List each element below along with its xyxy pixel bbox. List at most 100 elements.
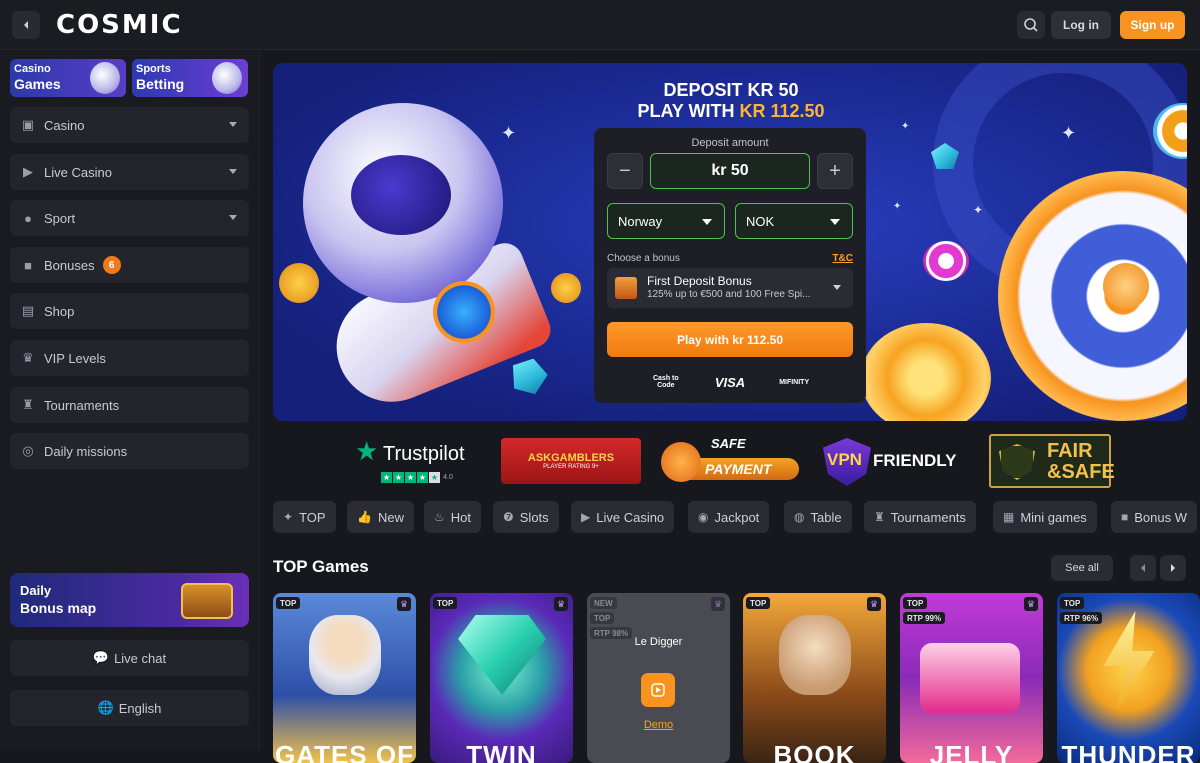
- play-game-button[interactable]: [641, 673, 675, 707]
- game-title: JELLY: [929, 740, 1014, 763]
- casino-chip-icon: [923, 241, 969, 281]
- play-with-button[interactable]: Play with kr 112.50: [607, 322, 853, 357]
- sidebar-item-daily-missions[interactable]: ◎ Daily missions: [10, 433, 249, 469]
- collapse-sidebar-button[interactable]: [12, 11, 40, 39]
- astronaut-icon: [212, 62, 242, 94]
- tab-tournaments[interactable]: ♜ Tournaments: [864, 501, 976, 533]
- carousel-prev-button[interactable]: [1130, 555, 1156, 581]
- sidebar-item-live-casino[interactable]: ▶ Live Casino: [10, 154, 249, 190]
- sidebar-item-sport[interactable]: ● Sport: [10, 200, 249, 236]
- cashtocode-logo: Cash to Code: [652, 375, 679, 389]
- safe-payment-badge: SAFE PAYMENT: [661, 436, 799, 484]
- sidebar-item-label: Sport: [44, 210, 76, 226]
- shop-icon: ▤: [21, 303, 35, 318]
- cosmic-logo[interactable]: COSMIC: [56, 10, 183, 40]
- new-tag: NEW: [590, 597, 617, 609]
- terms-link[interactable]: T&C: [832, 253, 853, 264]
- play-icon: ▶: [23, 164, 33, 179]
- safe-label: SAFE: [711, 436, 746, 451]
- coin-icon: [279, 263, 319, 303]
- promo-subtitle-prefix: PLAY WITH: [637, 101, 740, 121]
- sports-betting-card[interactable]: Sports Betting: [132, 59, 248, 97]
- crown-icon: ♛: [1024, 597, 1038, 611]
- tab-new[interactable]: 👍 New: [347, 501, 414, 533]
- sidebar-item-shop[interactable]: ▤ Shop: [10, 293, 249, 329]
- bonus-select[interactable]: First Deposit Bonus 125% up to €500 and …: [607, 268, 853, 308]
- tab-label: Bonus W: [1134, 509, 1187, 525]
- tab-slots[interactable]: ❼ Slots: [493, 501, 559, 533]
- shield-icon: [999, 444, 1035, 480]
- crown-icon: ♛: [867, 597, 881, 611]
- currency-select[interactable]: NOK: [735, 203, 853, 239]
- decrease-amount-button[interactable]: −: [607, 153, 643, 189]
- crown-icon: ♛: [711, 597, 725, 611]
- carousel-next-button[interactable]: [1160, 555, 1186, 581]
- tab-bonus-wagering[interactable]: ■ Bonus W: [1111, 501, 1197, 533]
- chevron-right-icon: [1171, 564, 1175, 572]
- sidebar-item-label: VIP Levels: [44, 350, 106, 366]
- askgamblers-badge[interactable]: ASKGAMBLERS PLAYER RATING 9+: [501, 438, 641, 484]
- deposit-amount-input[interactable]: kr 50: [650, 153, 810, 189]
- daily-bonus-map-card[interactable]: Daily Bonus map: [10, 573, 249, 627]
- game-card[interactable]: TOP ♛ BOOK: [743, 593, 886, 763]
- friendly-label: FRIENDLY: [873, 451, 957, 470]
- game-card[interactable]: TOP ♛ GATES OF: [273, 593, 416, 763]
- country-value: Norway: [618, 213, 663, 229]
- coin-icon: ◉: [698, 510, 709, 524]
- tab-mini-games[interactable]: ▦ Mini games: [993, 501, 1097, 533]
- trust-badges: ★ Trustpilot ★ ★ ★ ★ ★ 4.0 ASKGAMBLERS PLAYE…: [273, 430, 1187, 492]
- signup-button[interactable]: Sign up: [1120, 11, 1185, 39]
- login-button[interactable]: Log in: [1051, 11, 1111, 39]
- game-card[interactable]: TOP RTP 99% ♛ JELLY: [900, 593, 1043, 763]
- sidebar-item-label: Live Casino: [44, 164, 112, 180]
- top-tag: TOP: [1060, 597, 1085, 609]
- tab-hot[interactable]: ♨ Hot: [424, 501, 481, 533]
- game-card-hovered[interactable]: NEW TOP RTP 98% ♛ Le Digger Demo: [587, 593, 730, 763]
- tab-label: Jackpot: [714, 509, 760, 525]
- tab-live-casino[interactable]: ▶ Live Casino: [571, 501, 675, 533]
- tab-label: Live Casino: [596, 509, 665, 525]
- chevron-down-icon: [833, 285, 841, 290]
- sidebar-item-casino[interactable]: ▣ Casino: [10, 107, 249, 143]
- target-icon: ◎: [22, 443, 34, 458]
- sidebar-item-bonuses[interactable]: ■ Bonuses 6: [10, 247, 249, 283]
- game-card[interactable]: TOP ♛ TWIN: [430, 593, 573, 763]
- live-chat-label: Live chat: [114, 650, 167, 666]
- sidebar-item-vip-levels[interactable]: ♛ VIP Levels: [10, 340, 249, 376]
- search-button[interactable]: [1017, 11, 1045, 39]
- payment-label: PAYMENT: [705, 461, 772, 477]
- lightning-artwork: [1103, 611, 1155, 711]
- grid-icon: ▦: [1003, 510, 1015, 524]
- tab-top[interactable]: ✦ TOP: [273, 501, 336, 533]
- demo-link[interactable]: Demo: [587, 719, 730, 731]
- see-all-button[interactable]: See all: [1051, 555, 1113, 581]
- astronaut-visor: [351, 155, 451, 235]
- star-icon: ✦: [283, 510, 294, 524]
- safe-label: &SAFE: [1047, 461, 1115, 483]
- diamond-artwork: [458, 615, 546, 695]
- shield-icon: [661, 442, 701, 482]
- tab-label: Table: [810, 509, 842, 525]
- tab-table[interactable]: ◍ Table: [784, 501, 852, 533]
- top-tag: TOP: [903, 597, 928, 609]
- mifinity-logo: MIFINITY: [779, 378, 810, 386]
- gift-icon: [615, 277, 637, 299]
- chip-icon: ◍: [794, 510, 805, 524]
- chevron-left-icon: [24, 21, 28, 29]
- game-card[interactable]: TOP RTP 96% THUNDER: [1057, 593, 1200, 763]
- live-chat-button[interactable]: 💬 Live chat: [10, 640, 249, 676]
- sidebar-item-tournaments[interactable]: ♜ Tournaments: [10, 387, 249, 423]
- star-icon: ★: [417, 472, 428, 483]
- tab-jackpot[interactable]: ◉ Jackpot: [688, 501, 770, 533]
- askgamblers-name: ASKGAMBLERS: [527, 452, 615, 464]
- visa-logo: VISA: [714, 374, 746, 390]
- casino-games-card[interactable]: Casino Games: [10, 59, 126, 97]
- language-button[interactable]: 🌐 English: [10, 690, 249, 726]
- roulette-hub: [1103, 263, 1149, 309]
- increase-amount-button[interactable]: +: [817, 153, 853, 189]
- promo-subtitle: PLAY WITH KR 112.50: [621, 101, 841, 122]
- vpn-label: VPN: [827, 450, 862, 469]
- country-select[interactable]: Norway: [607, 203, 725, 239]
- rocket-porthole: [433, 281, 495, 343]
- casino-card-line1: Casino: [14, 63, 51, 75]
